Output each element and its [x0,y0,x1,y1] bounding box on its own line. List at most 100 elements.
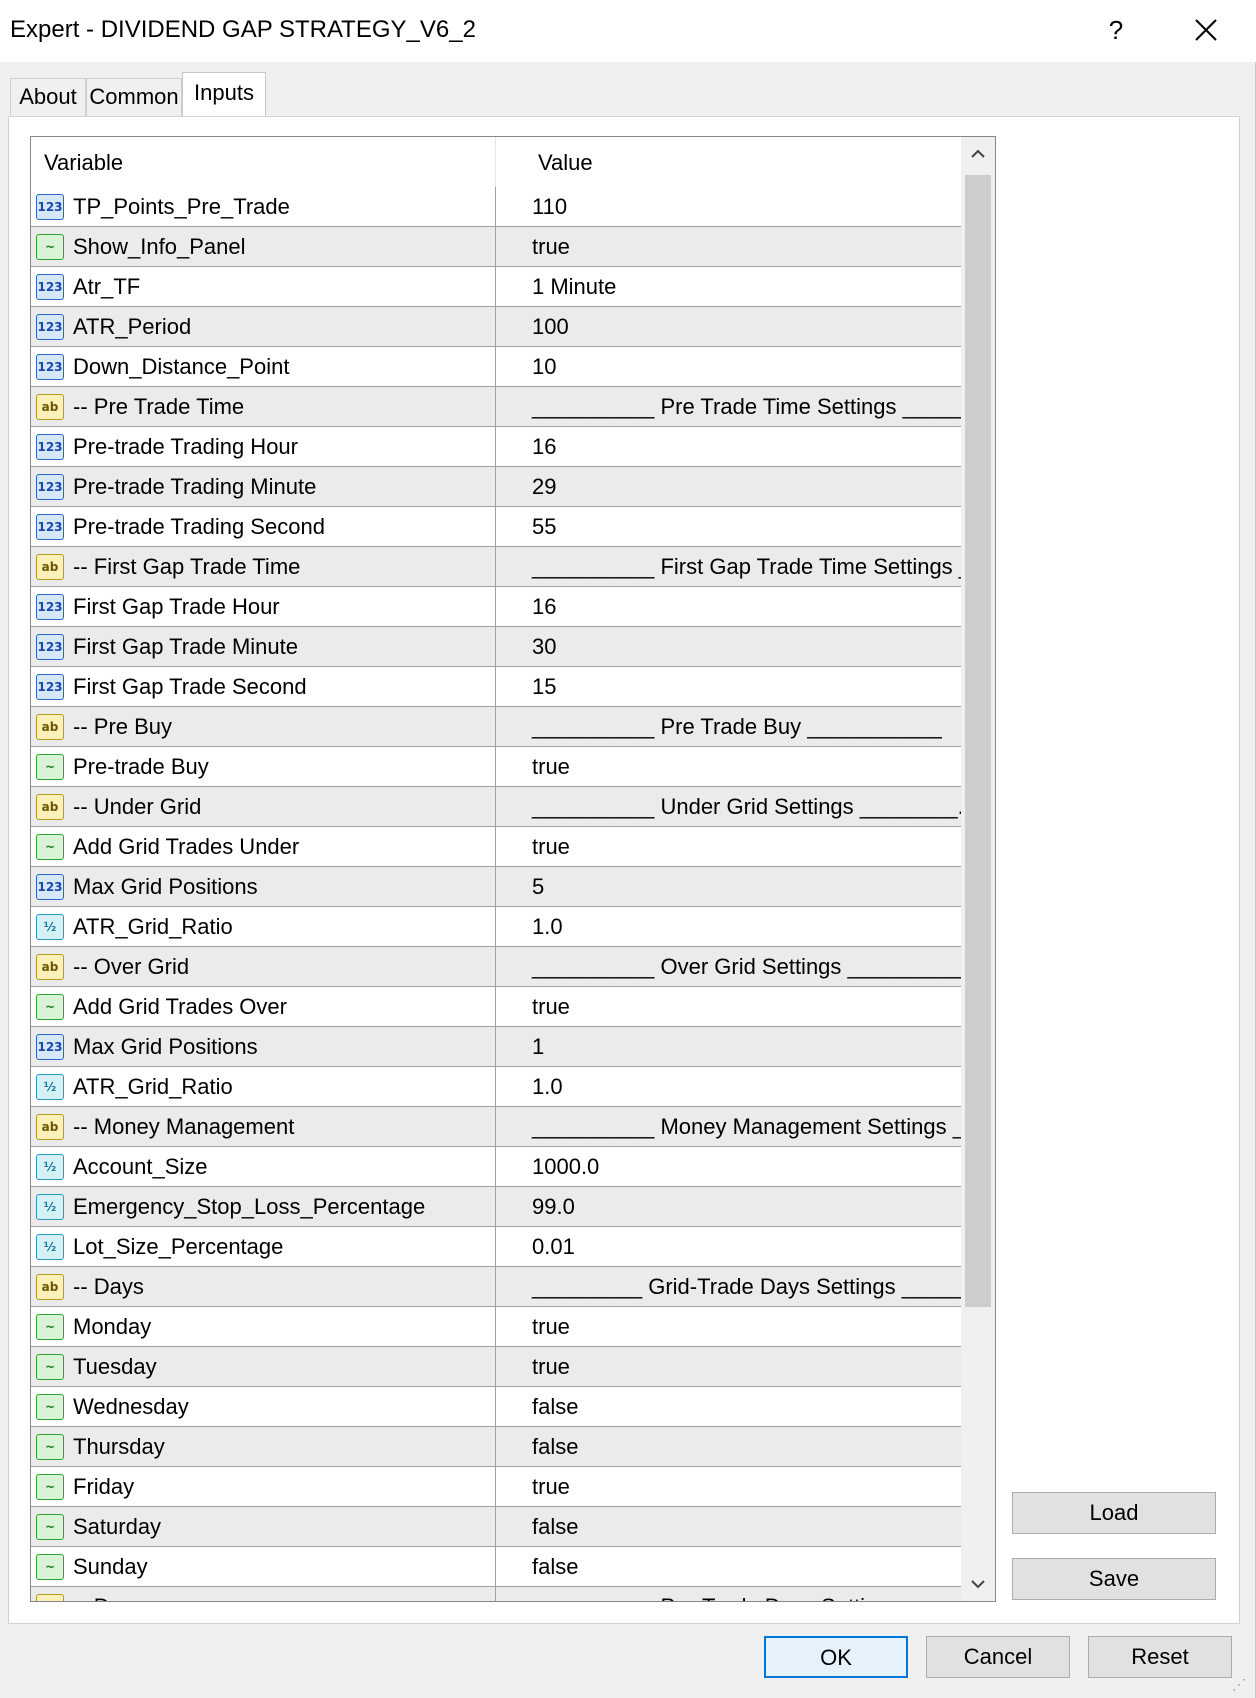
boolean-type-icon: ~ [36,1314,64,1340]
vertical-scrollbar[interactable] [961,137,995,1601]
load-button[interactable]: Load [1012,1492,1216,1534]
variable-cell: ½ ATR_Grid_Ratio [31,1067,496,1106]
value-cell[interactable]: 1.0 [496,907,961,946]
table-row[interactable]: 123 Max Grid Positions 1 [31,1027,961,1067]
table-row[interactable]: ab -- Days _________ Grid-Trade Days Setti… [31,1267,961,1307]
value-cell[interactable]: __________ Over Grid Settings __________… [496,947,961,986]
reset-button[interactable]: Reset [1088,1636,1232,1678]
value-cell[interactable]: 1 [496,1027,961,1066]
table-row[interactable]: 123 ATR_Period 100 [31,307,961,347]
integer-type-icon: 123 [36,274,64,300]
value-cell[interactable]: __________ Money Management Settings _..… [496,1107,961,1146]
value-cell[interactable]: true [496,987,961,1026]
table-row[interactable]: ab -- Pre Buy __________ Pre Trade Buy ___… [31,707,961,747]
variable-name: Lot_Size_Percentage [73,1234,284,1259]
integer-type-icon: 123 [36,354,64,380]
table-row[interactable]: 123 TP_Points_Pre_Trade 110 [31,187,961,227]
table-row[interactable]: ab -- First Gap Trade Time __________ Firs… [31,547,961,587]
value-cell[interactable]: 1000.0 [496,1147,961,1186]
value-cell[interactable]: 5 [496,867,961,906]
variable-cell: 123 Down_Distance_Point [31,347,496,386]
value-cell[interactable]: 1.0 [496,1067,961,1106]
table-row[interactable]: ab -- Money Management __________ Money Ma… [31,1107,961,1147]
table-row[interactable]: ~ Add Grid Trades Under true [31,827,961,867]
table-row[interactable]: ~ Wednesday false [31,1387,961,1427]
tab-about[interactable]: About [10,78,86,116]
value-cell[interactable]: true [496,827,961,866]
table-row[interactable]: 123 First Gap Trade Second 15 [31,667,961,707]
value-cell[interactable]: __________ Pre Trade Buy ___________ [496,707,961,746]
table-row[interactable]: ~ Monday true [31,1307,961,1347]
variable-name: -- Money Management [73,1114,295,1139]
table-row[interactable]: ~ Pre-trade Buy true [31,747,961,787]
value-cell[interactable]: false [496,1387,961,1426]
value-cell[interactable]: 99.0 [496,1187,961,1226]
table-row[interactable]: 123 Atr_TF 1 Minute [31,267,961,307]
value-cell[interactable]: __________ Pre Trade Time Settings _____… [496,387,961,426]
tab-common[interactable]: Common [86,78,182,116]
table-row[interactable]: ~ Add Grid Trades Over true [31,987,961,1027]
table-row[interactable]: ab -- Over Grid __________ Over Grid Setti… [31,947,961,987]
grid-header: Variable Value [31,137,961,187]
table-row[interactable]: ~ Show_Info_Panel true [31,227,961,267]
table-row[interactable]: 123 Max Grid Positions 5 [31,867,961,907]
table-row[interactable]: ~ Tuesday true [31,1347,961,1387]
table-row[interactable]: ½ ATR_Grid_Ratio 1.0 [31,1067,961,1107]
table-row[interactable]: ab -- Pre Trade Time __________ Pre Trade … [31,387,961,427]
value-cell[interactable]: true [496,227,961,266]
close-button[interactable] [1186,10,1226,50]
table-row[interactable]: ½ ATR_Grid_Ratio 1.0 [31,907,961,947]
value-cell[interactable]: true [496,1467,961,1506]
table-row[interactable]: ~ Sunday false [31,1547,961,1587]
value-cell[interactable]: 100 [496,307,961,346]
value-cell[interactable]: false [496,1427,961,1466]
table-row[interactable]: ½ Account_Size 1000.0 [31,1147,961,1187]
value-cell[interactable]: 16 [496,587,961,626]
value-cell[interactable]: 29 [496,467,961,506]
value-cell[interactable]: true [496,1347,961,1386]
column-header-variable[interactable]: Variable [31,137,496,187]
table-row[interactable]: ab -- Under Grid __________ Under Grid Set… [31,787,961,827]
value-cell[interactable]: 16 [496,427,961,466]
value-cell[interactable]: 10 [496,347,961,386]
table-row[interactable]: 123 Pre-trade Trading Second 55 [31,507,961,547]
tab-inputs[interactable]: Inputs [182,72,266,118]
table-row[interactable]: 123 Down_Distance_Point 10 [31,347,961,387]
ok-button[interactable]: OK [764,1636,908,1678]
value-cell[interactable]: false [496,1547,961,1586]
value-cell[interactable]: 110 [496,187,961,226]
table-row[interactable]: ½ Lot_Size_Percentage 0.01 [31,1227,961,1267]
table-row[interactable]: ~ Friday true [31,1467,961,1507]
value-cell[interactable]: true [496,1307,961,1346]
cancel-button[interactable]: Cancel [926,1636,1070,1678]
value-cell[interactable]: 30 [496,627,961,666]
value-cell[interactable]: false [496,1507,961,1546]
table-row[interactable]: 123 Pre-trade Trading Minute 29 [31,467,961,507]
table-row[interactable]: ½ Emergency_Stop_Loss_Percentage 99.0 [31,1187,961,1227]
resize-grip-icon[interactable]: ⋰ [1232,1676,1252,1696]
table-row[interactable]: ab -- Days __________ Pre-Trade Days Setti… [31,1587,961,1601]
variable-cell: 123 Pre-trade Trading Second [31,507,496,546]
table-row[interactable]: ~ Thursday false [31,1427,961,1467]
value-cell[interactable]: true [496,747,961,786]
table-row[interactable]: 123 First Gap Trade Hour 16 [31,587,961,627]
scrollbar-thumb[interactable] [965,175,991,1307]
value-cell[interactable]: 0.01 [496,1227,961,1266]
help-button[interactable]: ? [1098,12,1134,48]
table-row[interactable]: ~ Saturday false [31,1507,961,1547]
scroll-up-button[interactable] [961,137,995,171]
value-cell[interactable]: __________ Under Grid Settings ________.… [496,787,961,826]
table-row[interactable]: 123 First Gap Trade Minute 30 [31,627,961,667]
variable-name: -- Pre Trade Time [73,394,245,419]
value-cell[interactable]: 55 [496,507,961,546]
value-cell[interactable]: 1 Minute [496,267,961,306]
value-cell[interactable]: __________ First Gap Trade Time Settings… [496,547,961,586]
save-button[interactable]: Save [1012,1558,1216,1600]
table-row[interactable]: 123 Pre-trade Trading Hour 16 [31,427,961,467]
value-cell[interactable]: _________ Grid-Trade Days Settings _____… [496,1267,961,1306]
scroll-down-button[interactable] [961,1567,995,1601]
column-header-value[interactable]: Value [496,137,961,187]
value-cell[interactable]: __________ Pre-Trade Days Setti... [496,1587,961,1601]
value-cell[interactable]: 15 [496,667,961,706]
variable-name: -- Over Grid [73,954,190,979]
